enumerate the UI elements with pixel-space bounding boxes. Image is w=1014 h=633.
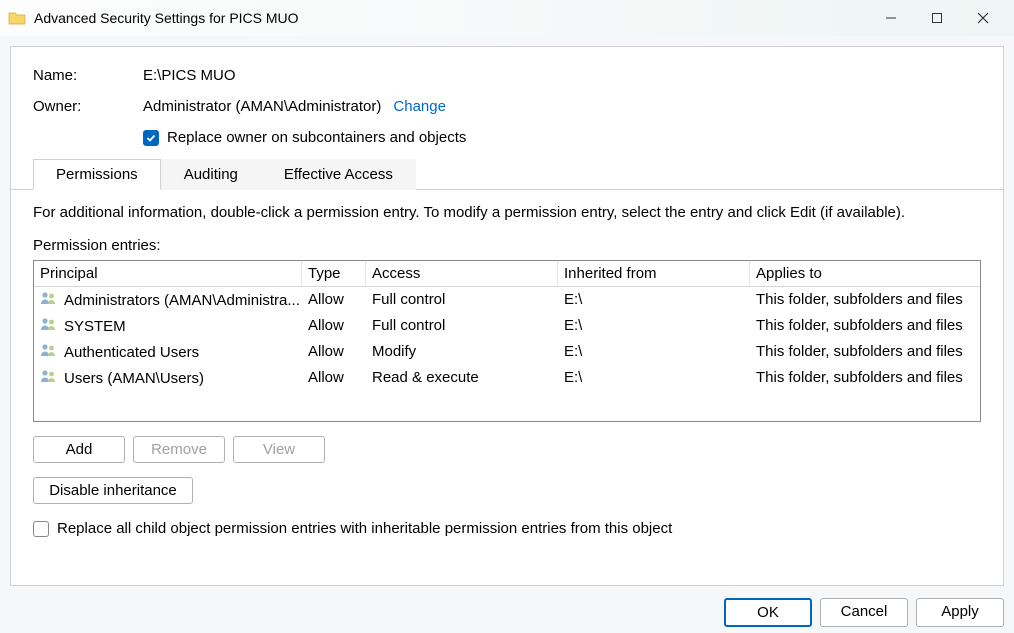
cell-principal: Users (AMAN\Users) [34,365,302,391]
replace-child-checkbox[interactable] [33,521,49,537]
table-header: Principal Type Access Inherited from App… [34,261,980,287]
add-button[interactable]: Add [33,436,125,463]
disable-inheritance-button[interactable]: Disable inheritance [33,477,193,504]
cell-access: Modify [366,339,558,365]
remove-button[interactable]: Remove [133,436,225,463]
tab-effective-access[interactable]: Effective Access [261,159,416,190]
tab-body: For additional information, double-click… [11,190,1003,504]
cell-applies: This folder, subfolders and files [750,287,980,313]
header-applies[interactable]: Applies to [750,261,980,286]
cell-principal: Authenticated Users [34,339,302,365]
cell-applies: This folder, subfolders and files [750,339,980,365]
header-inherited[interactable]: Inherited from [558,261,750,286]
main-panel: Name: E:\PICS MUO Owner: Administrator (… [10,46,1004,586]
users-icon [40,369,58,387]
change-owner-link[interactable]: Change [393,98,446,115]
replace-child-label: Replace all child object permission entr… [57,520,672,537]
header-principal[interactable]: Principal [34,261,302,286]
cell-access: Full control [366,287,558,313]
table-body: Administrators (AMAN\Administra...AllowF… [34,287,980,391]
users-icon [40,317,58,335]
dialog-footer: OK Cancel Apply [724,598,1004,627]
name-row: Name: E:\PICS MUO [11,65,1003,86]
table-row[interactable]: Users (AMAN\Users)AllowRead & executeE:\… [34,365,980,391]
replace-child-row: Replace all child object permission entr… [11,520,1003,537]
table-row[interactable]: SYSTEMAllowFull controlE:\This folder, s… [34,313,980,339]
table-button-row: Add Remove View [33,436,981,463]
cell-type: Allow [302,339,366,365]
header-access[interactable]: Access [366,261,558,286]
maximize-button[interactable] [914,2,960,34]
cell-access: Full control [366,313,558,339]
name-label: Name: [33,67,143,84]
users-icon [40,343,58,361]
cell-applies: This folder, subfolders and files [750,365,980,391]
tab-auditing[interactable]: Auditing [161,159,261,190]
users-icon [40,291,58,309]
folder-icon [8,11,26,25]
cell-applies: This folder, subfolders and files [750,313,980,339]
apply-button[interactable]: Apply [916,598,1004,627]
header-type[interactable]: Type [302,261,366,286]
owner-label: Owner: [33,98,143,115]
instruction-text: For additional information, double-click… [33,204,981,221]
permissions-table: Principal Type Access Inherited from App… [33,260,981,422]
replace-owner-label: Replace owner on subcontainers and objec… [167,129,466,146]
replace-owner-checkbox[interactable] [143,130,159,146]
ok-button[interactable]: OK [724,598,812,627]
cell-inherited: E:\ [558,339,750,365]
cell-inherited: E:\ [558,287,750,313]
tab-permissions[interactable]: Permissions [33,159,161,190]
table-row[interactable]: Administrators (AMAN\Administra...AllowF… [34,287,980,313]
cell-inherited: E:\ [558,313,750,339]
owner-value: Administrator (AMAN\Administrator) [143,98,381,115]
close-button[interactable] [960,2,1006,34]
tab-bar: Permissions Auditing Effective Access [11,158,1003,190]
cancel-button[interactable]: Cancel [820,598,908,627]
name-value: E:\PICS MUO [143,67,981,84]
cell-type: Allow [302,287,366,313]
cell-inherited: E:\ [558,365,750,391]
window-title: Advanced Security Settings for PICS MUO [34,10,299,26]
entries-label: Permission entries: [33,237,981,254]
cell-access: Read & execute [366,365,558,391]
replace-owner-row: Replace owner on subcontainers and objec… [11,127,1003,158]
cell-principal: SYSTEM [34,313,302,339]
cell-principal: Administrators (AMAN\Administra... [34,287,302,313]
minimize-button[interactable] [868,2,914,34]
cell-type: Allow [302,313,366,339]
owner-row: Owner: Administrator (AMAN\Administrator… [11,96,1003,117]
cell-type: Allow [302,365,366,391]
titlebar: Advanced Security Settings for PICS MUO [0,0,1014,36]
table-row[interactable]: Authenticated UsersAllowModifyE:\This fo… [34,339,980,365]
view-button[interactable]: View [233,436,325,463]
